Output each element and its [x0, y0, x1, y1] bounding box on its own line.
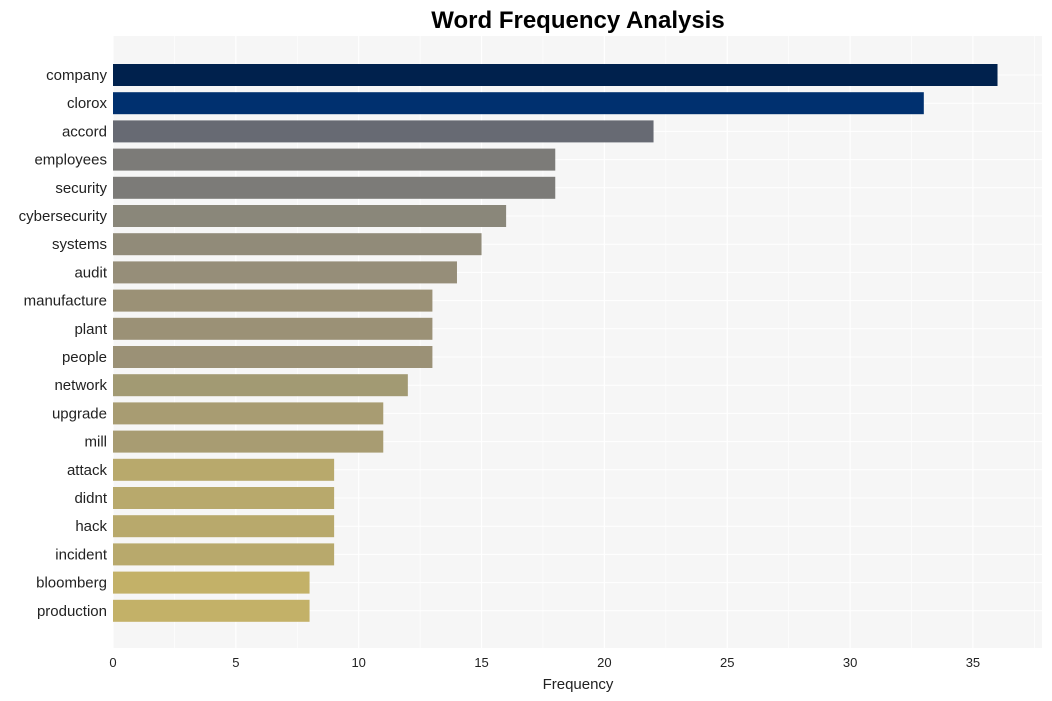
x-tick-label: 35: [966, 655, 980, 670]
bar-bloomberg: [113, 571, 310, 594]
bar-production: [113, 599, 310, 622]
category-label-manufacture: manufacture: [24, 293, 107, 310]
bar-security: [113, 176, 556, 199]
category-label-accord: accord: [62, 123, 107, 140]
category-label-production: production: [37, 603, 107, 620]
category-label-network: network: [54, 377, 107, 394]
category-label-systems: systems: [52, 236, 107, 253]
x-tick-label: 30: [843, 655, 857, 670]
category-label-people: people: [62, 349, 107, 366]
bar-upgrade: [113, 402, 384, 425]
x-tick-label: 5: [232, 655, 239, 670]
bar-plant: [113, 317, 433, 340]
bar-systems: [113, 233, 482, 256]
x-tick-label: 15: [474, 655, 488, 670]
bar-attack: [113, 458, 335, 481]
bar-clorox: [113, 92, 924, 115]
category-label-clorox: clorox: [67, 95, 108, 112]
chart-title: Word Frequency Analysis: [431, 7, 724, 34]
category-label-plant: plant: [74, 321, 107, 338]
category-label-company: company: [46, 67, 107, 84]
x-tick-label: 10: [351, 655, 365, 670]
bar-didnt: [113, 487, 335, 509]
x-tick-labels: 0 5 10 15 20 25 30 35: [109, 655, 980, 670]
bar-network: [113, 374, 408, 397]
bar-people: [113, 346, 433, 368]
bar-audit: [113, 261, 457, 284]
category-label-employees: employees: [34, 152, 107, 169]
category-label-incident: incident: [55, 546, 108, 563]
bar-hack: [113, 515, 335, 538]
category-label-bloomberg: bloomberg: [36, 575, 107, 592]
bar-company: [113, 64, 998, 86]
bar-mill: [113, 430, 384, 453]
bar-accord: [113, 120, 654, 143]
x-tick-label: 0: [109, 655, 116, 670]
x-axis-label: Frequency: [543, 676, 614, 693]
bar-cybersecurity: [113, 205, 507, 227]
bar-manufacture: [113, 289, 433, 312]
x-tick-label: 20: [597, 655, 611, 670]
category-label-security: security: [55, 180, 107, 197]
bar-employees: [113, 148, 556, 171]
chart: company clorox accord employees security cybe…: [19, 7, 1042, 693]
category-label-attack: attack: [67, 462, 108, 479]
bar-incident: [113, 543, 335, 566]
category-label-hack: hack: [75, 518, 107, 535]
x-tick-label: 25: [720, 655, 734, 670]
category-labels: company clorox accord employees security cybe…: [19, 67, 108, 620]
category-label-upgrade: upgrade: [52, 405, 107, 422]
category-label-audit: audit: [74, 264, 107, 281]
category-label-mill: mill: [85, 434, 108, 451]
category-label-cybersecurity: cybersecurity: [19, 208, 108, 225]
category-label-didnt: didnt: [74, 490, 107, 507]
